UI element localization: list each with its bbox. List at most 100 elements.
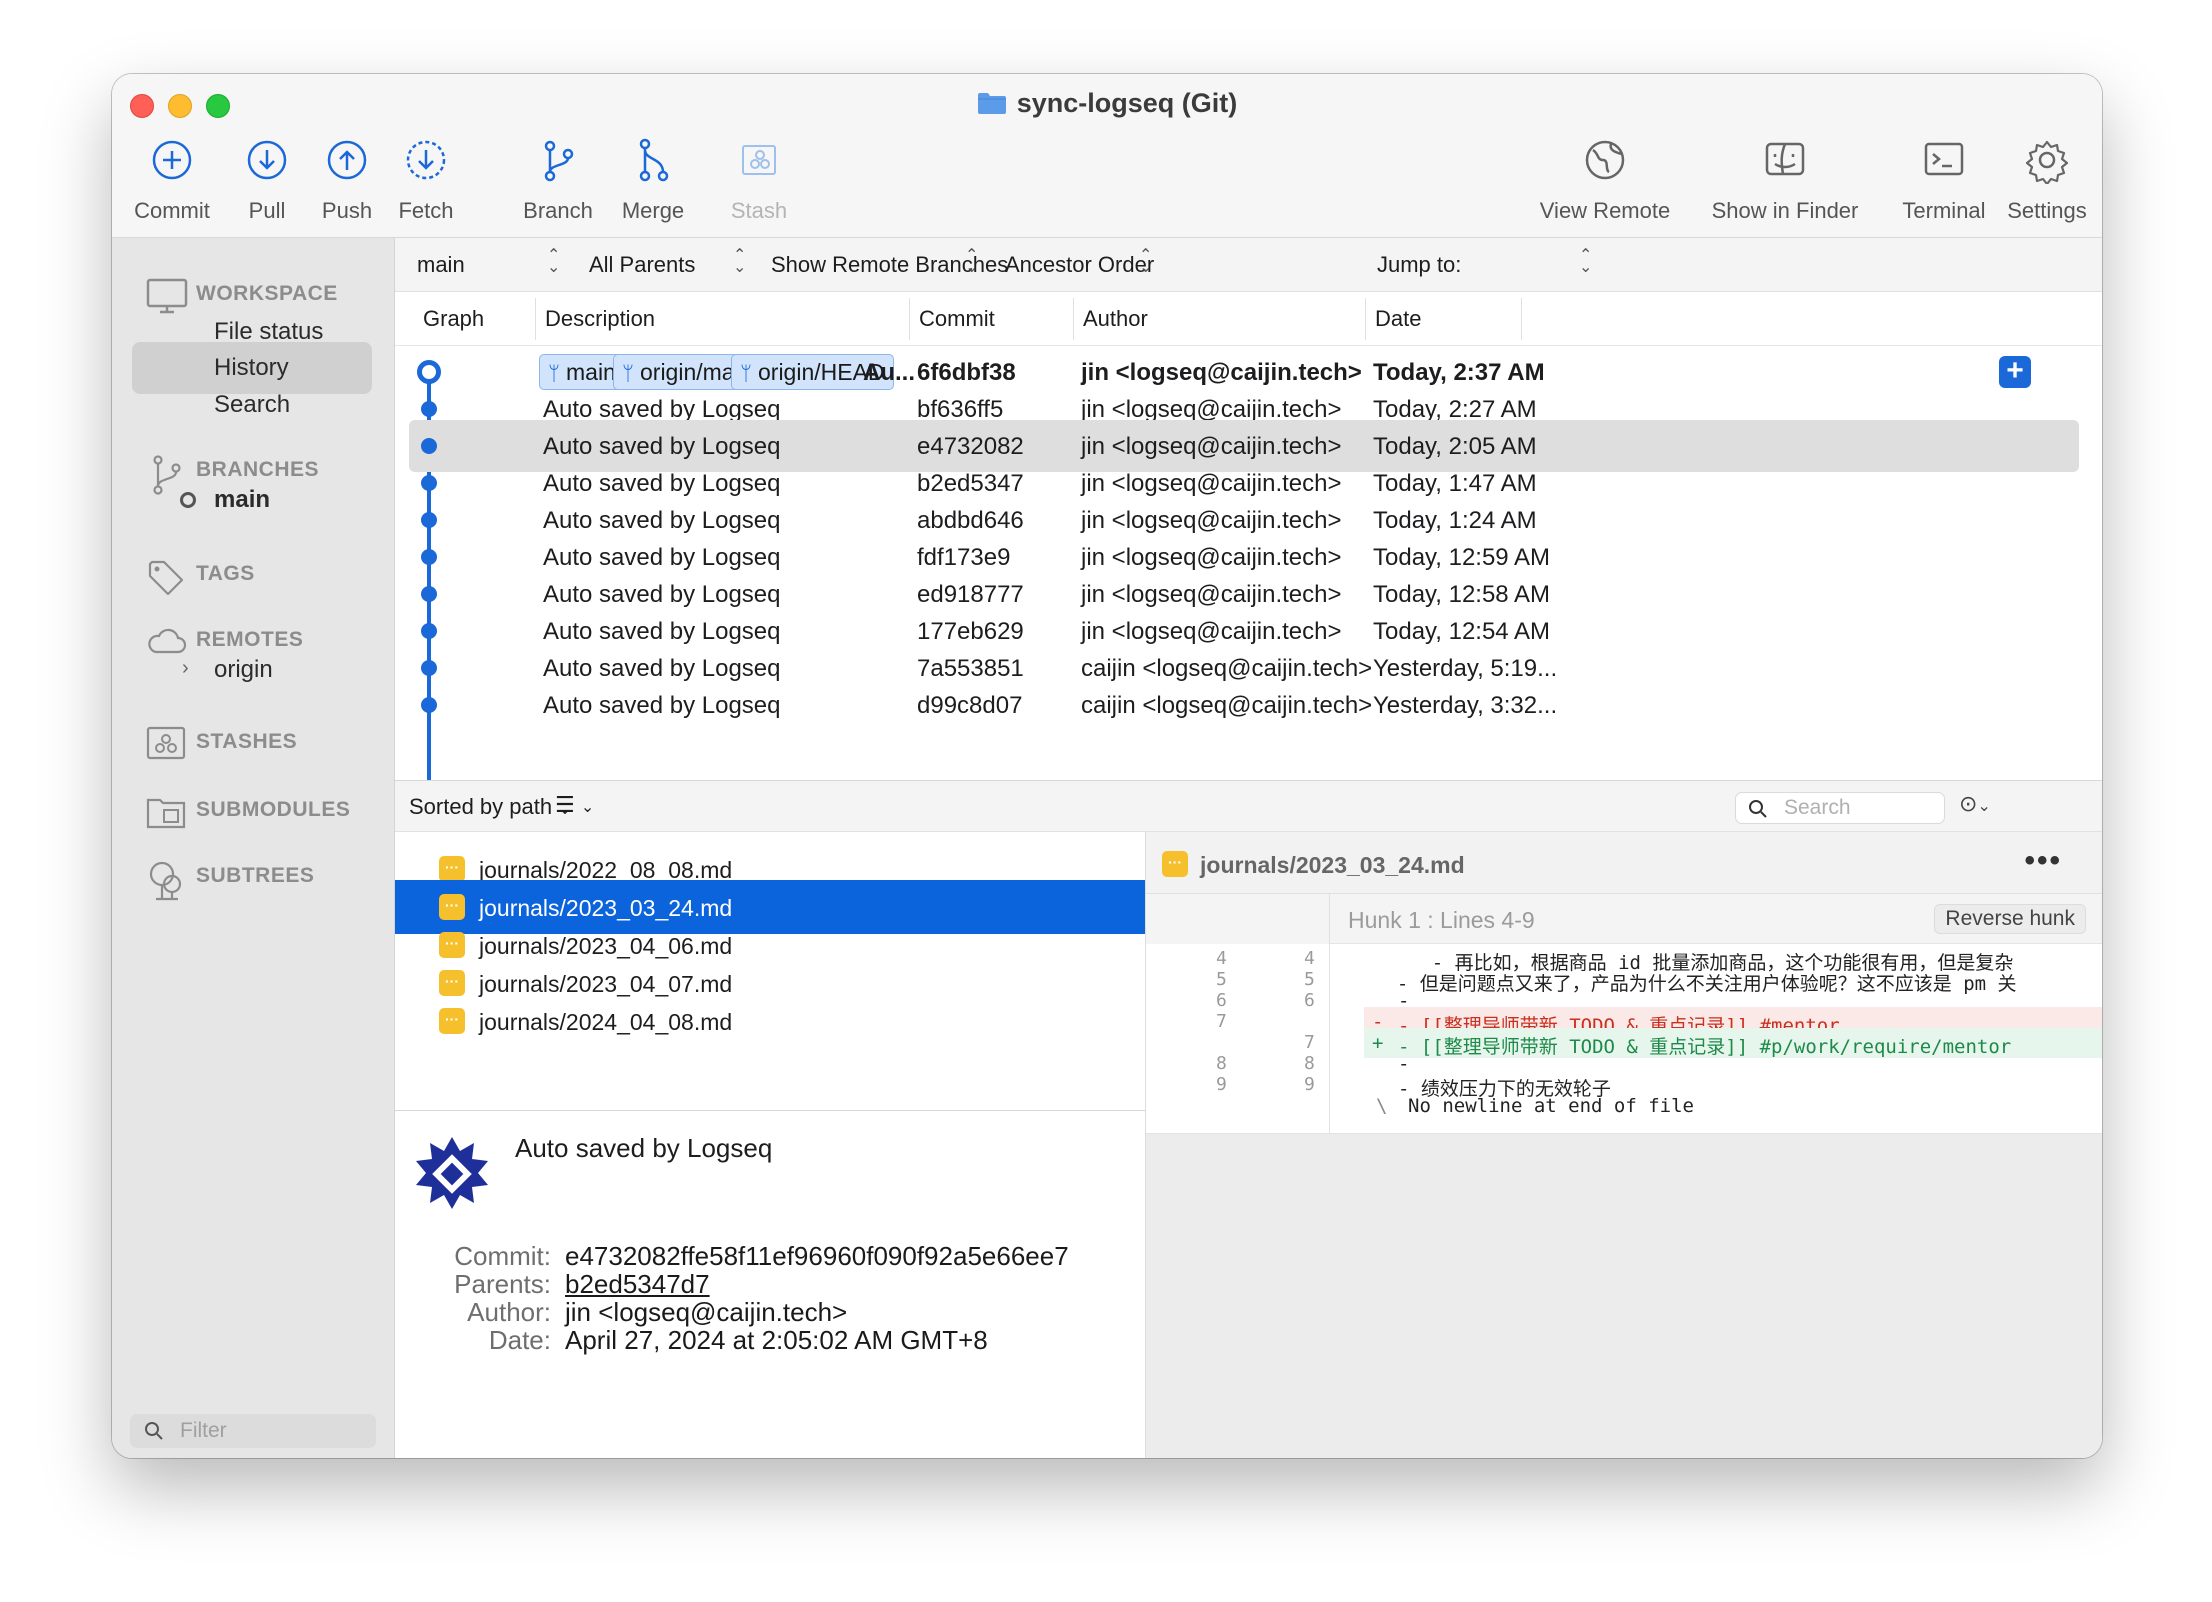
sidebar-item-label: origin <box>214 656 273 683</box>
parent-commit-link[interactable]: b2ed5347d7 <box>565 1269 710 1300</box>
file-name: journals/2024_04_08.md <box>479 1009 733 1035</box>
commit-hash-value: e4732082ffe58f11ef96960f090f92a5e66ee7 <box>565 1241 1069 1271</box>
stash-icon <box>146 726 186 760</box>
branch-icon: ᛘ <box>740 363 752 385</box>
commit-table-header: Graph Description Commit Author Date <box>395 292 2102 346</box>
stash-icon <box>742 145 776 175</box>
column-divider[interactable] <box>1365 298 1366 340</box>
jump-to-selector[interactable]: Jump to: <box>1377 252 1461 278</box>
submodules-heading: SUBMODULES <box>196 798 351 821</box>
commit-node <box>421 549 437 565</box>
show-in-finder-label: Show in Finder <box>1711 198 1859 223</box>
commit-node <box>421 697 437 713</box>
branch-icon: ᛘ <box>622 363 634 385</box>
diff-prefix: \ <box>1376 1095 1388 1117</box>
sidebar-item-remote-origin[interactable]: › origin <box>132 644 372 696</box>
pull-button[interactable]: Pull <box>222 136 312 224</box>
column-divider[interactable] <box>1521 298 1522 340</box>
modified-file-icon: ··· <box>1162 851 1188 877</box>
commit-message: Auto saved by Logseq <box>515 1133 773 1163</box>
diff-code: 44 - 再比如，根据商品 id 批量添加商品，这个功能很有用，但是复杂 55 … <box>1146 944 2102 1134</box>
changed-files-list: ··· journals/2022_08_08.md ··· journals/20… <box>395 832 1146 1110</box>
commit-node <box>421 438 437 454</box>
sidebar-filter-input[interactable]: Filter <box>130 1414 376 1448</box>
branch-icon <box>544 140 574 182</box>
commit-node <box>421 401 437 417</box>
show-in-finder-button[interactable]: Show in Finder <box>1700 136 1870 224</box>
modified-file-icon: ··· <box>439 856 465 882</box>
terminal-label: Terminal <box>1902 198 1986 223</box>
diff-file-name: journals/2023_03_24.md <box>1200 852 1465 878</box>
submodule-icon <box>146 798 186 829</box>
file-search-input[interactable]: Search <box>1735 792 1945 824</box>
commit-node <box>421 512 437 528</box>
updown-chevron-icon: ⌃ ⌄ <box>1139 247 1153 276</box>
commit-node <box>421 660 437 676</box>
sort-label: Sorted by path <box>409 794 553 819</box>
view-remote-button[interactable]: View Remote <box>1530 136 1680 224</box>
date-value: April 27, 2024 at 2:05:02 AM GMT+8 <box>565 1325 988 1355</box>
commit-node <box>421 475 437 491</box>
arrow-down-circle-icon <box>247 140 287 180</box>
commit-button[interactable]: Commit <box>122 136 222 224</box>
terminal-icon <box>1924 142 1964 176</box>
date-field: Date: April 27, 2024 at 2:05:02 AM GMT+8 <box>395 1325 1145 1361</box>
diff-line: \ No newline at end of file <box>1146 1091 2102 1121</box>
plus-circle-icon <box>152 140 192 180</box>
chevron-right-icon: › <box>182 657 189 679</box>
hunk-title: Hunk 1 : Lines 4-9 <box>1348 907 1535 933</box>
column-graph[interactable]: Graph <box>423 306 484 332</box>
sort-dropdown[interactable]: Sorted by path ⌄ <box>409 794 572 820</box>
settings-button[interactable]: Settings <box>1992 136 2102 224</box>
parents-selector[interactable]: All Parents <box>589 252 695 278</box>
sidebar-item-search[interactable]: Search <box>132 379 372 431</box>
head-commit-node <box>417 360 441 384</box>
commit-list: ᛘ main ᛘ origin/main ᛘ origin/HEAD Au... 6f… <box>395 346 2102 780</box>
stash-button[interactable]: Stash <box>714 136 804 224</box>
commit-description: Auto saved by Logseq <box>543 692 781 719</box>
merge-label: Merge <box>621 198 685 223</box>
list-view-icon[interactable]: ☰ ⌄ <box>555 792 594 818</box>
file-list-toolbar: Sorted by path ⌄ ☰ ⌄ Search ⊙⌄ <box>395 780 2102 832</box>
reverse-hunk-button[interactable]: Reverse hunk <box>1934 904 2086 934</box>
sidebar-item-branch-main[interactable]: main <box>132 474 372 526</box>
arrow-up-circle-icon <box>327 140 367 180</box>
branch-tag-label: main <box>566 359 616 385</box>
stashes-heading: STASHES <box>196 730 298 753</box>
file-row[interactable]: ··· journals/2024_04_08.md <box>395 994 1145 1048</box>
fetch-button[interactable]: Fetch <box>376 136 476 224</box>
commit-node <box>421 623 437 639</box>
merge-icon <box>639 138 669 182</box>
order-selector[interactable]: Ancestor Order <box>1005 252 1154 278</box>
column-description[interactable]: Description <box>545 306 655 332</box>
branch-selector[interactable]: main <box>417 252 465 278</box>
window-title-text: sync-logseq (Git) <box>1016 88 1238 118</box>
updown-chevron-icon: ⌃ ⌄ <box>547 247 561 276</box>
column-divider[interactable] <box>909 298 910 340</box>
branch-label: Branch <box>523 198 593 223</box>
column-divider[interactable] <box>1073 298 1074 340</box>
finder-icon <box>1765 142 1805 176</box>
sidebar-item-label: File status <box>214 318 324 345</box>
modified-file-icon: ··· <box>439 932 465 958</box>
tree-icon <box>149 861 182 901</box>
merge-button[interactable]: Merge <box>608 136 698 224</box>
column-date[interactable]: Date <box>1375 306 1421 332</box>
toolbar: sync-logseq (Git) Commit Pull Push Fetch… <box>112 74 2102 238</box>
updown-chevron-icon: ⌃ ⌄ <box>1579 247 1593 276</box>
more-options-icon[interactable]: ⊙⌄ <box>1959 791 1991 817</box>
fetch-label: Fetch <box>398 198 454 223</box>
history-view: main ⌃ ⌄ All Parents ⌃ ⌄ Show Remote Branc… <box>395 238 2102 1458</box>
folder-icon <box>977 93 1006 114</box>
column-author[interactable]: Author <box>1083 306 1148 332</box>
terminal-button[interactable]: Terminal <box>1882 136 2006 224</box>
commit-row[interactable]: Auto saved by Logseq d99c8d07 caijin <lo… <box>409 679 2079 731</box>
branch-button[interactable]: Branch <box>508 136 608 224</box>
sidebar-item-label: main <box>214 486 271 513</box>
column-commit[interactable]: Commit <box>919 306 995 332</box>
diff-view: ··· journals/2023_03_24.md ••• Hunk 1 : … <box>1146 832 2102 1458</box>
modified-file-icon: ··· <box>439 1008 465 1034</box>
column-divider[interactable] <box>535 298 536 340</box>
history-filter-bar: main ⌃ ⌄ All Parents ⌃ ⌄ Show Remote Branc… <box>395 238 2102 292</box>
more-actions-icon[interactable]: ••• <box>2024 844 2062 878</box>
